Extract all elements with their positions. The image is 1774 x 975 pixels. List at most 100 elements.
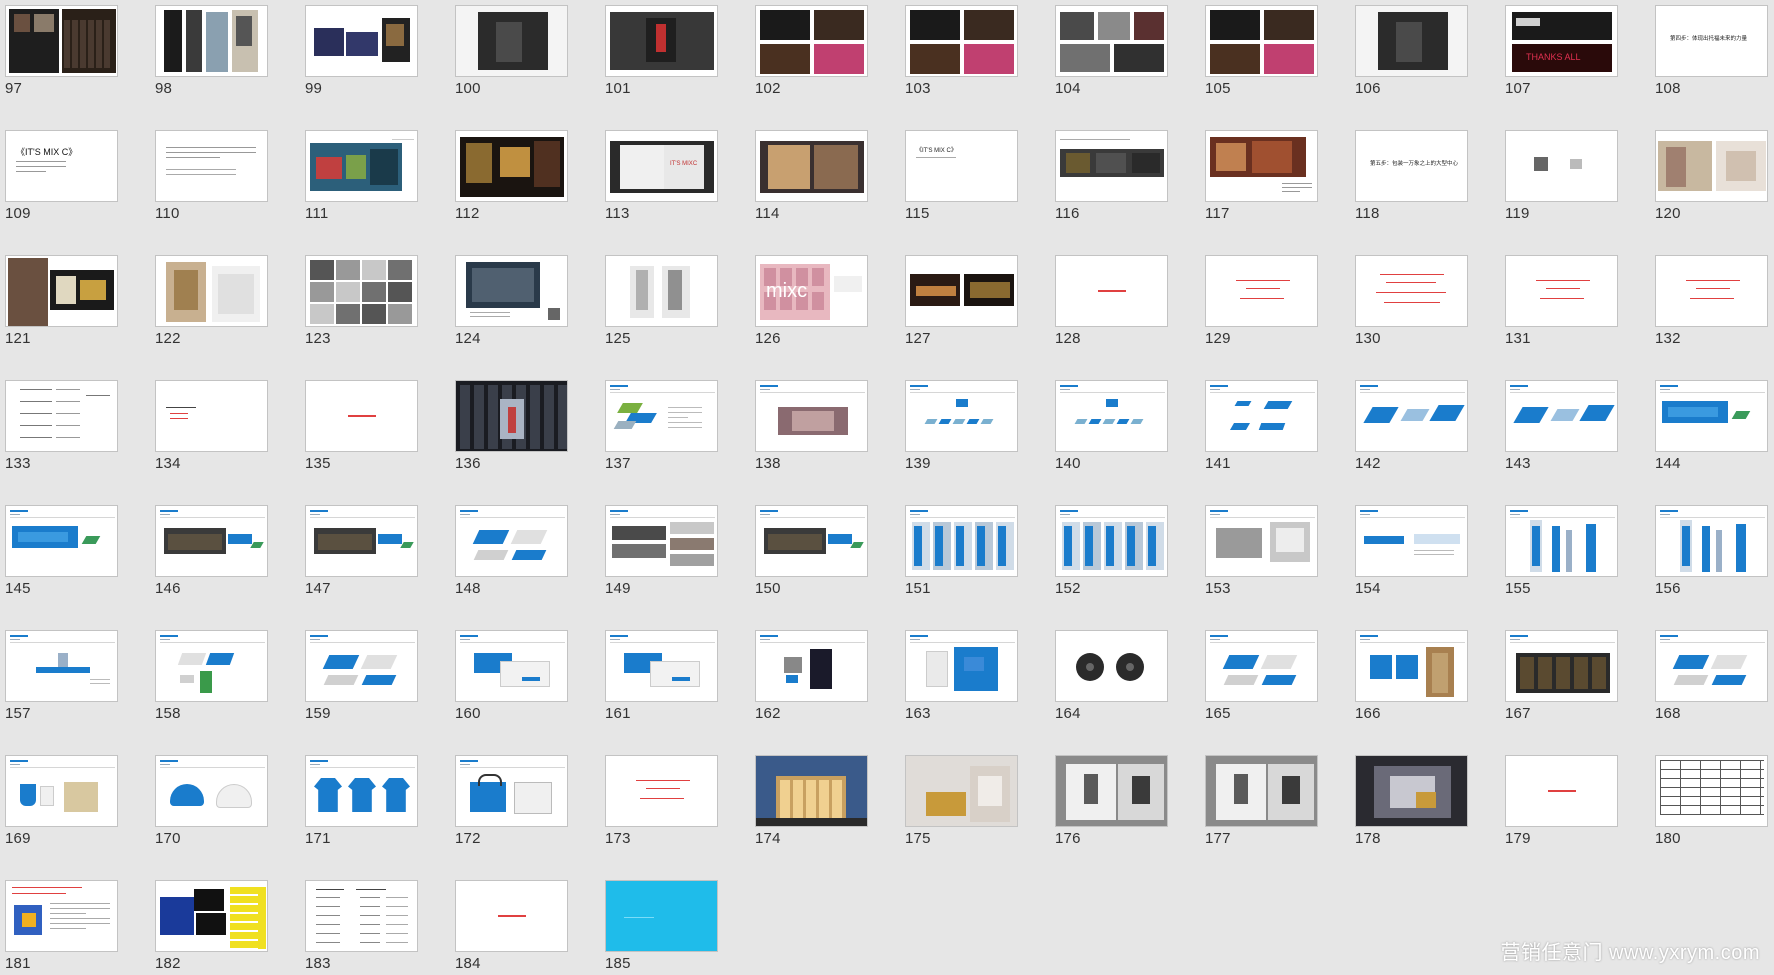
slide-thumbnail[interactable]: 147 — [300, 500, 420, 597]
slide-preview[interactable] — [155, 130, 268, 202]
slide-preview[interactable] — [455, 880, 568, 952]
slide-preview[interactable] — [5, 5, 118, 77]
slide-thumbnail[interactable]: 168 — [1650, 625, 1770, 722]
slide-preview[interactable] — [755, 5, 868, 77]
slide-thumbnail[interactable]: 175 — [900, 750, 1020, 847]
slide-thumbnail[interactable]: 165 — [1200, 625, 1320, 722]
slide-preview[interactable] — [605, 880, 718, 952]
slide-preview[interactable] — [155, 5, 268, 77]
slide-preview[interactable] — [155, 630, 268, 702]
slide-preview[interactable] — [1505, 505, 1618, 577]
slide-thumbnail[interactable]: 130 — [1350, 250, 1470, 347]
slide-preview[interactable] — [155, 255, 268, 327]
slide-preview[interactable] — [305, 380, 418, 452]
slide-thumbnail[interactable]: 134 — [150, 375, 270, 472]
slide-preview[interactable] — [1355, 380, 1468, 452]
slide-thumbnail[interactable]: THANKS ALL 107 — [1500, 0, 1620, 97]
slide-preview[interactable] — [155, 880, 268, 952]
slide-thumbnail[interactable]: 121 — [0, 250, 120, 347]
slide-thumbnail[interactable]: 162 — [750, 625, 870, 722]
slide-thumbnail[interactable]: 105 — [1200, 0, 1320, 97]
slide-thumbnail[interactable]: 149 — [600, 500, 720, 597]
slide-thumbnail[interactable]: 123 — [300, 250, 420, 347]
slide-preview[interactable] — [1055, 505, 1168, 577]
slide-thumbnail[interactable]: 164 — [1050, 625, 1170, 722]
slide-preview[interactable] — [455, 630, 568, 702]
slide-preview[interactable] — [5, 380, 118, 452]
slide-preview[interactable] — [305, 5, 418, 77]
slide-thumbnail[interactable]: 120 — [1650, 125, 1770, 222]
slide-thumbnail[interactable]: 181 — [0, 875, 120, 972]
slide-thumbnail[interactable]: 116 — [1050, 125, 1170, 222]
slide-preview[interactable] — [455, 130, 568, 202]
slide-preview[interactable] — [1505, 255, 1618, 327]
slide-preview[interactable] — [5, 505, 118, 577]
slide-thumbnail[interactable]: 128 — [1050, 250, 1170, 347]
slide-preview[interactable] — [305, 255, 418, 327]
slide-preview[interactable] — [5, 630, 118, 702]
slide-preview[interactable] — [305, 755, 418, 827]
slide-preview[interactable] — [905, 380, 1018, 452]
slide-preview[interactable] — [1655, 505, 1768, 577]
slide-thumbnail[interactable]: 141 — [1200, 375, 1320, 472]
slide-thumbnail[interactable]: 《IT'S MIX C》 109 — [0, 125, 120, 222]
slide-thumbnail[interactable]: 99 — [300, 0, 420, 97]
slide-preview[interactable] — [1655, 755, 1768, 827]
slide-preview[interactable] — [1505, 130, 1618, 202]
slide-thumbnail[interactable]: 172 — [450, 750, 570, 847]
slide-thumbnail[interactable]: 185 — [600, 875, 720, 972]
slide-thumbnail[interactable]: 150 — [750, 500, 870, 597]
slide-thumbnail[interactable]: 180 — [1650, 750, 1770, 847]
slide-preview[interactable]: IT'S MIXC — [605, 130, 718, 202]
slide-preview[interactable]: 138 — [755, 380, 868, 452]
slide-thumbnail[interactable]: 第五步：包装一万象之上的大型中心 118 — [1350, 125, 1470, 222]
slide-preview[interactable] — [1205, 380, 1318, 452]
slide-preview[interactable] — [1505, 755, 1618, 827]
slide-preview[interactable] — [1355, 755, 1468, 827]
slide-preview[interactable] — [455, 255, 568, 327]
slide-preview[interactable] — [1505, 630, 1618, 702]
slide-preview[interactable] — [1055, 255, 1168, 327]
slide-preview[interactable] — [755, 755, 868, 827]
slide-preview[interactable] — [1055, 755, 1168, 827]
slide-thumbnail[interactable]: 152 — [1050, 500, 1170, 597]
slide-thumbnail[interactable]: 159 — [300, 625, 420, 722]
slide-thumbnail[interactable]: 102 — [750, 0, 870, 97]
slide-thumbnail[interactable]: 177 — [1200, 750, 1320, 847]
slide-preview[interactable] — [1205, 255, 1318, 327]
slide-preview[interactable] — [605, 755, 718, 827]
slide-preview[interactable]: 《IT'S MIX C》 — [5, 130, 118, 202]
slide-thumbnail[interactable]: 179 — [1500, 750, 1620, 847]
slide-preview[interactable] — [305, 505, 418, 577]
slide-thumbnail[interactable]: 103 — [900, 0, 1020, 97]
slide-preview[interactable] — [1055, 630, 1168, 702]
slide-preview[interactable] — [5, 255, 118, 327]
slide-thumbnail[interactable]: 167 — [1500, 625, 1620, 722]
slide-thumbnail[interactable]: 98 — [150, 0, 270, 97]
slide-thumbnail[interactable]: 156 — [1650, 500, 1770, 597]
slide-preview[interactable] — [1205, 755, 1318, 827]
slide-thumbnail[interactable]: 153 — [1200, 500, 1320, 597]
slide-preview[interactable] — [1205, 5, 1318, 77]
slide-preview[interactable] — [1655, 380, 1768, 452]
slide-preview[interactable] — [1055, 130, 1168, 202]
slide-thumbnail[interactable]: 97 — [0, 0, 120, 97]
slide-preview[interactable] — [1355, 5, 1468, 77]
slide-thumbnail[interactable]: 146 — [150, 500, 270, 597]
slide-thumbnail[interactable]: 127 — [900, 250, 1020, 347]
slide-preview[interactable] — [1205, 630, 1318, 702]
slide-preview[interactable] — [605, 380, 718, 452]
slide-preview[interactable] — [1205, 130, 1318, 202]
slide-preview[interactable] — [605, 630, 718, 702]
slide-thumbnail[interactable]: 142 — [1350, 375, 1470, 472]
slide-thumbnail[interactable]: 176 — [1050, 750, 1170, 847]
slide-thumbnail[interactable]: 101 — [600, 0, 720, 97]
slide-thumbnail[interactable]: 132 — [1650, 250, 1770, 347]
slide-preview[interactable] — [1505, 380, 1618, 452]
slide-preview[interactable] — [5, 755, 118, 827]
slide-thumbnail[interactable]: 117 — [1200, 125, 1320, 222]
slide-thumbnail[interactable]: 139 — [900, 375, 1020, 472]
slide-thumbnail[interactable]: 166 — [1350, 625, 1470, 722]
slide-thumbnail[interactable]: 第四步：体现出托福未来的力量 108 — [1650, 0, 1770, 97]
slide-preview[interactable] — [155, 755, 268, 827]
